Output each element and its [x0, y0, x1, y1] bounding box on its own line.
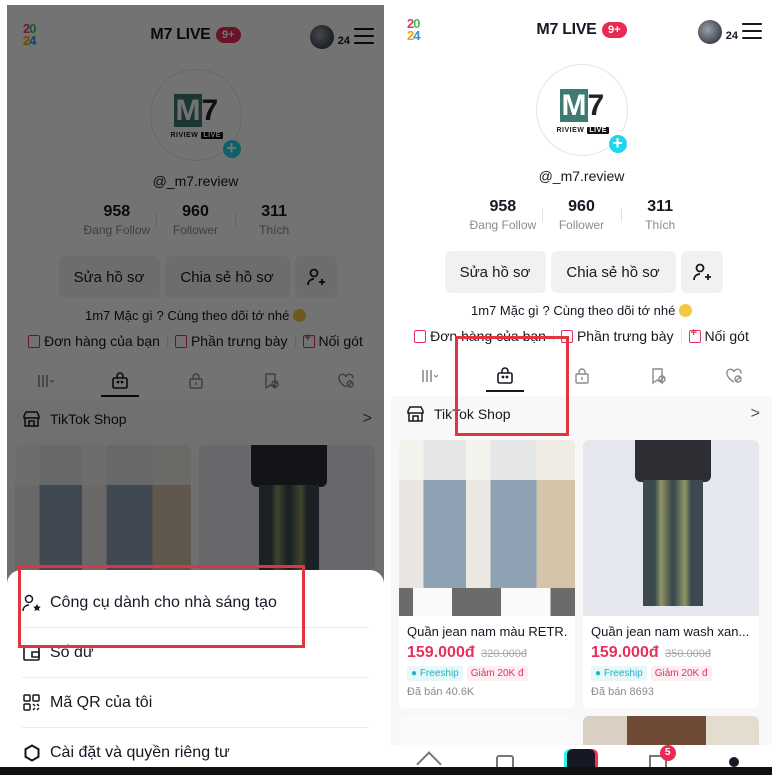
- avatar-count: 24: [725, 30, 738, 42]
- shop-icon: [496, 755, 515, 767]
- discount-tag: Giảm 20K đ: [650, 666, 712, 681]
- add-friend-button[interactable]: [680, 251, 723, 293]
- create-plus-icon: [567, 749, 596, 767]
- nav-profile[interactable]: [720, 749, 748, 767]
- product-card[interactable]: Quần jean nam wash xan... 159.000đ 350.0…: [583, 440, 759, 708]
- wallet-icon: [23, 645, 40, 661]
- profile-screen-shop-tab: 20 24 M7 LIVE 9+ 24 M7 RIVIEW LIVE + @_m7…: [391, 0, 772, 767]
- discount-tag: Giảm 20K đ: [466, 666, 528, 681]
- shortcut-orders[interactable]: Đơn hàng của bạn: [414, 328, 546, 344]
- profile-stats: 958 Đang Follow 960 Follower 311 Thích: [464, 198, 700, 232]
- product-image: [583, 440, 759, 616]
- lock-icon: [574, 368, 589, 384]
- tab-private[interactable]: [543, 358, 619, 394]
- product-price: 159.000đ: [591, 644, 659, 661]
- product-price: 159.000đ: [407, 644, 475, 661]
- add-box-icon: [688, 327, 701, 343]
- top-bar: 20 24 M7 LIVE 9+ 24: [391, 17, 772, 48]
- hamburger-menu-icon[interactable]: [742, 23, 762, 39]
- profile-menu-sheet: Công cụ dành cho nhà sáng tạo Số dư Mã Q…: [7, 570, 384, 767]
- share-profile-button[interactable]: Chia sẻ hồ sơ: [550, 251, 676, 293]
- nav-home[interactable]: [415, 749, 443, 767]
- inbox-badge: 5: [659, 745, 676, 761]
- freeship-tag: ● Freeship: [407, 666, 463, 681]
- shopping-bag-icon: [497, 367, 514, 384]
- settings-gear-icon: [24, 744, 40, 762]
- bookmark-hidden-icon: [652, 368, 666, 385]
- product-original-price: 350.000đ: [665, 648, 711, 660]
- username: @_m7.review: [538, 168, 625, 184]
- order-bag-icon: [414, 329, 427, 343]
- account-title[interactable]: M7 LIVE: [536, 21, 596, 38]
- creator-tools-icon: [22, 594, 41, 611]
- menu-item-balance[interactable]: Số dư: [22, 628, 369, 678]
- sold-count: Đã bán 40.6K: [407, 686, 475, 698]
- stat-followers[interactable]: 960 Follower: [542, 198, 621, 232]
- edit-profile-button[interactable]: Sửa hồ sơ: [444, 251, 546, 293]
- bio: 1m7 Mặc gì ? Cùng theo dõi tớ nhé: [391, 303, 772, 318]
- product-grid: Quần jean nam màu RETR... 159.000đ 320.0…: [391, 431, 772, 767]
- product-image: [399, 440, 575, 616]
- product-original-price: 320.000đ: [481, 648, 527, 660]
- freeship-tag: ● Freeship: [591, 666, 647, 681]
- product-card[interactable]: Quần jean nam màu RETR... 159.000đ 320.0…: [399, 440, 575, 708]
- menu-item-settings[interactable]: Cài đặt và quyền riêng tư: [22, 728, 369, 767]
- tab-videos[interactable]: [391, 358, 467, 394]
- nav-create[interactable]: [567, 749, 596, 767]
- showcase-bag-icon: [560, 329, 573, 343]
- profile-shortcuts: Đơn hàng của bạn Phần trưng bày Nối gót: [391, 327, 772, 344]
- home-icon: [416, 751, 442, 767]
- heart-hidden-icon: [726, 368, 742, 383]
- content-tabs: [391, 358, 772, 394]
- tab-saved[interactable]: [620, 358, 696, 394]
- grid-icon: [422, 370, 439, 382]
- tab-liked[interactable]: [696, 358, 772, 394]
- menu-item-qr-code[interactable]: Mã QR của tôi: [22, 678, 369, 728]
- bottom-edge-bar: [0, 767, 772, 775]
- bottom-navigation: 5: [391, 745, 772, 767]
- shortcut-showcase[interactable]: Phần trưng bày: [560, 328, 674, 344]
- nav-inbox[interactable]: 5: [644, 745, 676, 767]
- story-avatar[interactable]: [698, 20, 722, 44]
- profile-actions: Sửa hồ sơ Chia sẻ hồ sơ: [444, 251, 723, 293]
- profile-screen-with-menu: 20 24 M7 LIVE 9+ 24 M7 RIVIEWLIVE + @_m7…: [7, 5, 384, 767]
- profile-avatar[interactable]: M7 RIVIEWLIVE +: [535, 64, 629, 156]
- add-avatar-plus-icon[interactable]: +: [606, 133, 629, 155]
- nav-shop[interactable]: [491, 749, 519, 767]
- product-title: Quần jean nam wash xan...: [591, 624, 750, 639]
- chevron-right-icon: >: [750, 404, 760, 422]
- shortcut-follow-up[interactable]: Nối gót: [688, 327, 749, 344]
- qr-code-icon: [23, 693, 40, 711]
- stat-likes[interactable]: 311 Thích: [620, 198, 700, 232]
- notification-badge: 9+: [602, 22, 627, 38]
- tab-shop[interactable]: [467, 358, 543, 394]
- product-title: Quần jean nam màu RETR...: [407, 624, 567, 639]
- sold-count: Đã bán 8693: [591, 686, 654, 698]
- add-friend-icon: [692, 263, 711, 281]
- wink-emoji-icon: [679, 304, 692, 317]
- profile-icon: [728, 757, 739, 767]
- menu-item-creator-tools[interactable]: Công cụ dành cho nhà sáng tạo: [22, 578, 369, 628]
- stat-following[interactable]: 958 Đang Follow: [464, 198, 543, 232]
- tiktok-shop-row[interactable]: TikTok Shop >: [391, 396, 772, 431]
- store-icon: [407, 405, 424, 422]
